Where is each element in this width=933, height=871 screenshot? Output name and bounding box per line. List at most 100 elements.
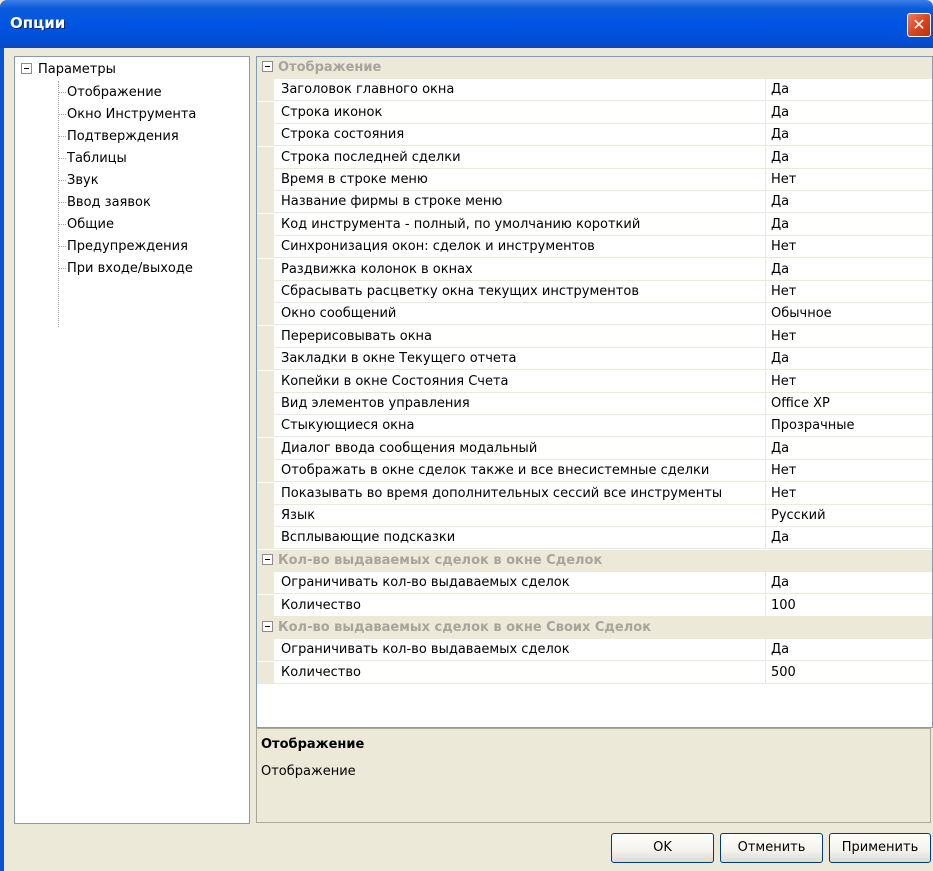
grid-row[interactable]: Показывать во время дополнительных сесси… [257,483,932,505]
grid-row[interactable]: Диалог ввода сообщения модальный Да [257,438,932,460]
grid-row-gutter [257,259,274,281]
grid-row[interactable]: Язык Русский [257,505,932,527]
grid-column-divider [765,371,766,393]
close-button[interactable]: ✕ [907,13,931,37]
grid-row-gutter [257,505,274,527]
grid-property-value[interactable]: Русский [771,505,826,526]
tree-item-label: Общие [67,217,114,232]
grid-property-value[interactable]: Да [771,79,789,100]
grid-property-value[interactable]: Да [771,191,789,212]
grid-column-divider [765,639,766,661]
grid-property-value[interactable]: Да [771,259,789,280]
grid-row[interactable]: Строка последней сделки Да [257,147,932,169]
grid-property-name: Язык [281,508,316,523]
grid-row[interactable]: Всплывающие подсказки Да [257,527,932,549]
grid-row[interactable]: Сбрасывать расцветку окна текущих инстру… [257,281,932,303]
close-icon: ✕ [912,15,926,34]
grid-property-value[interactable]: Да [771,102,789,123]
grid-row[interactable]: Окно сообщений Обычное [257,303,932,325]
grid-row[interactable]: Раздвижка колонок в окнах Да [257,259,932,281]
grid-row-gutter [257,572,274,594]
grid-row[interactable]: Синхронизация окон: сделок и инструменто… [257,236,932,258]
grid-property-value[interactable]: 100 [771,595,796,616]
description-text: Отображение [261,764,356,779]
description-title: Отображение [261,737,365,752]
grid-column-divider [765,415,766,437]
collapse-icon[interactable] [262,554,273,565]
grid-column-divider [765,191,766,213]
grid-row[interactable]: Отображать в окне сделок также и все вне… [257,460,932,482]
grid-property-value[interactable]: Да [771,147,789,168]
apply-button[interactable]: Применить [829,833,931,863]
tree-item[interactable]: Общие [58,214,114,236]
tree-item[interactable]: Звук [58,170,99,192]
tree-item[interactable]: Предупреждения [58,236,188,258]
grid-row[interactable]: Ограничивать кол-во выдаваемых сделок Да [257,572,932,594]
grid-property-value[interactable]: Нет [771,371,796,392]
tree-item-label: При входе/выходе [67,261,193,276]
grid-row[interactable]: Ограничивать кол-во выдаваемых сделок Да [257,639,932,661]
tree-connector [58,158,66,159]
tree-item[interactable]: Ввод заявок [58,192,151,214]
tree-connector [58,114,66,115]
grid-row[interactable]: Название фирмы в строке меню Да [257,191,932,213]
grid-row[interactable]: Время в строке меню Нет [257,169,932,191]
grid-property-value[interactable]: Да [771,527,789,548]
grid-property-value[interactable]: Нет [771,326,796,347]
grid-row-gutter [257,595,274,617]
grid-row[interactable]: Количество 500 [257,662,932,684]
grid-property-name: Стыкующиеся окна [281,418,415,433]
collapse-icon[interactable] [262,61,273,72]
grid-row-gutter [257,662,274,684]
grid-row[interactable]: Заголовок главного окна Да [257,79,932,101]
tree-item[interactable]: При входе/выходе [58,258,193,280]
tree-item[interactable]: Окно Инструмента [58,104,196,126]
grid-property-value[interactable]: Да [771,214,789,235]
property-grid[interactable]: Отображение Заголовок главного окна Да Стро… [256,56,933,728]
grid-property-value[interactable]: Обычное [771,303,832,324]
cancel-button[interactable]: Отменить [720,833,823,863]
grid-row[interactable]: Строка иконок Да [257,102,932,124]
grid-property-value[interactable]: Нет [771,460,796,481]
tree-item[interactable]: Отображение [58,82,162,104]
grid-row-gutter [257,281,274,303]
description-panel: Отображение Отображение [256,728,931,823]
grid-property-value[interactable]: Нет [771,169,796,190]
grid-category[interactable]: Отображение [257,57,932,79]
title-bar: Опции ✕ [0,0,933,48]
grid-column-divider [765,326,766,348]
grid-row[interactable]: Количество 100 [257,595,932,617]
collapse-icon[interactable] [262,621,273,632]
grid-row[interactable]: Вид элементов управления Office XP [257,393,932,415]
grid-property-value[interactable]: Да [771,572,789,593]
collapse-icon[interactable] [21,63,32,74]
grid-category[interactable]: Кол-во выдаваемых сделок в окне Своих Сд… [257,617,932,639]
grid-property-value[interactable]: Нет [771,483,796,504]
tree-item[interactable]: Подтверждения [58,126,179,148]
options-tree[interactable]: Параметры Отображение Окно Инструмента Под… [14,56,250,824]
grid-property-value[interactable]: 500 [771,662,796,683]
grid-property-value[interactable]: Да [771,124,789,145]
ok-button[interactable]: OK [611,833,714,863]
grid-row[interactable]: Стыкующиеся окна Прозрачные [257,415,932,437]
grid-property-name: Закладки в окне Текущего отчета [281,351,517,366]
grid-row[interactable]: Код инструмента - полный, по умолчанию к… [257,214,932,236]
grid-row[interactable]: Строка состояния Да [257,124,932,146]
grid-property-value[interactable]: Office XP [771,393,830,414]
grid-property-value[interactable]: Нет [771,236,796,257]
grid-row[interactable]: Копейки в окне Состояния Счета Нет [257,371,932,393]
grid-column-divider [765,348,766,370]
grid-row[interactable]: Закладки в окне Текущего отчета Да [257,348,932,370]
grid-row-gutter [257,371,274,393]
grid-property-value[interactable]: Да [771,438,789,459]
tree-item[interactable]: Таблицы [58,148,127,170]
grid-row[interactable]: Перерисовывать окна Нет [257,326,932,348]
tree-root-item[interactable]: Параметры [21,61,116,79]
grid-property-value[interactable]: Да [771,348,789,369]
grid-category-label: Кол-во выдаваемых сделок в окне Сделок [278,553,603,568]
grid-property-value[interactable]: Да [771,639,789,660]
grid-category[interactable]: Кол-во выдаваемых сделок в окне Сделок [257,550,932,572]
grid-property-value[interactable]: Прозрачные [771,415,855,436]
grid-property-value[interactable]: Нет [771,281,796,302]
grid-column-divider [765,483,766,505]
